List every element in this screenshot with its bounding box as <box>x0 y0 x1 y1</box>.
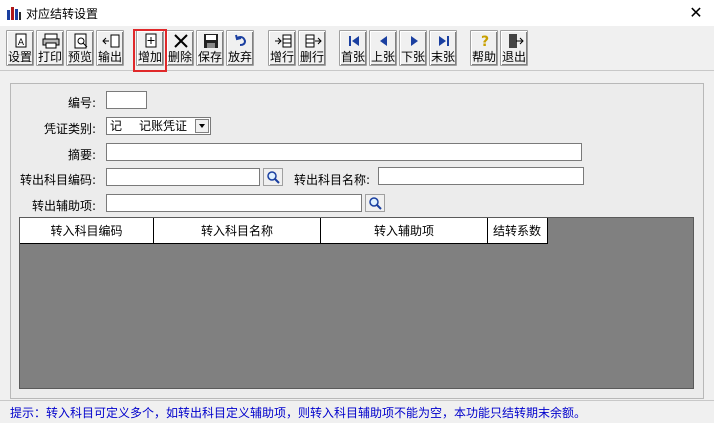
title-bar: 对应结转设置 ✕ <box>0 0 714 26</box>
last-record-button[interactable]: 末张 <box>429 30 457 66</box>
help-label: 帮助 <box>471 50 496 64</box>
out-account-code-label: 转出科目编码: <box>20 173 97 187</box>
summary-label: 摘要: <box>68 148 97 162</box>
insert-row-label: 增行 <box>269 50 294 64</box>
undo-icon <box>235 34 247 46</box>
out-aux-label: 转出辅助项: <box>32 199 97 213</box>
add-label: 增加 <box>137 50 162 64</box>
app-icon <box>7 7 21 20</box>
voucher-type-name: 记账凭证 <box>139 119 188 133</box>
insert-row-icon <box>275 34 292 48</box>
delete-icon <box>174 34 188 48</box>
next-record-button[interactable]: 下张 <box>399 30 427 66</box>
settings-label: 设置 <box>7 50 32 64</box>
discard-label: 放弃 <box>227 50 252 64</box>
next-record-label: 下张 <box>400 50 425 64</box>
out-aux-lookup-button[interactable] <box>365 194 385 212</box>
voucher-type-label: 凭证类别: <box>44 122 97 136</box>
column-header-in-account-code[interactable]: 转入科目编码 <box>20 218 154 244</box>
insert-row-button[interactable]: 增行 <box>268 30 296 66</box>
delete-row-icon <box>305 34 322 48</box>
delete-row-label: 删行 <box>299 50 324 64</box>
toolbar: A 设置 打印 预览 输出 增加 删除 保存 放弃 增行 删行 首张 上张 下张… <box>0 26 714 71</box>
dropdown-button[interactable] <box>195 119 209 133</box>
save-icon <box>204 34 218 48</box>
help-button[interactable]: ? 帮助 <box>470 30 498 66</box>
prev-record-label: 上张 <box>370 50 395 64</box>
first-record-label: 首张 <box>340 50 365 64</box>
hint-text: 提示：转入科目可定义多个，如转出科目定义辅助项，则转入科目辅助项不能为空，本功能… <box>10 406 587 420</box>
last-record-label: 末张 <box>430 50 455 64</box>
transfer-in-grid[interactable]: 转入科目编码 转入科目名称 转入辅助项 结转系数 <box>19 217 694 389</box>
close-button[interactable]: ✕ <box>686 3 706 23</box>
close-icon: ✕ <box>689 3 703 22</box>
settings-button[interactable]: A 设置 <box>6 30 34 66</box>
status-bar: 提示：转入科目可定义多个，如转出科目定义辅助项，则转入科目辅助项不能为空，本功能… <box>0 400 714 423</box>
delete-button[interactable]: 删除 <box>166 30 194 66</box>
voucher-type-code: 记 <box>110 119 123 133</box>
column-header-in-account-name[interactable]: 转入科目名称 <box>154 218 321 244</box>
preview-label: 预览 <box>67 50 92 64</box>
column-header-in-aux[interactable]: 转入辅助项 <box>321 218 488 244</box>
exit-label: 退出 <box>501 50 526 64</box>
out-account-name-label: 转出科目名称: <box>294 173 371 187</box>
prev-record-button[interactable]: 上张 <box>369 30 397 66</box>
discard-button[interactable]: 放弃 <box>226 30 254 66</box>
help-icon: ? <box>481 34 489 49</box>
exit-icon <box>509 34 524 48</box>
out-aux-field[interactable] <box>106 194 362 212</box>
search-icon <box>369 197 382 210</box>
add-button[interactable]: 增加 <box>136 30 164 66</box>
chevron-down-icon <box>199 124 205 128</box>
last-icon <box>439 36 449 46</box>
delete-label: 删除 <box>167 50 192 64</box>
prev-icon <box>380 36 387 46</box>
number-label: 编号: <box>68 96 97 110</box>
export-icon <box>102 34 120 48</box>
first-icon <box>349 36 359 46</box>
add-icon <box>145 33 157 48</box>
svg-text:?: ? <box>481 34 489 49</box>
document-icon: A <box>15 33 27 48</box>
voucher-type-select[interactable]: 记 记账凭证 <box>106 117 211 135</box>
preview-button[interactable]: 预览 <box>66 30 94 66</box>
print-button[interactable]: 打印 <box>36 30 64 66</box>
delete-row-button[interactable]: 删行 <box>298 30 326 66</box>
export-button[interactable]: 输出 <box>96 30 124 66</box>
summary-field[interactable] <box>106 143 582 161</box>
save-label: 保存 <box>197 50 222 64</box>
print-label: 打印 <box>37 50 62 64</box>
exit-button[interactable]: 退出 <box>500 30 528 66</box>
preview-icon <box>74 33 88 49</box>
out-account-code-field[interactable] <box>106 168 260 186</box>
out-account-code-lookup-button[interactable] <box>263 168 283 186</box>
svg-text:A: A <box>18 38 25 48</box>
search-icon <box>267 171 280 184</box>
number-field[interactable] <box>106 91 147 109</box>
first-record-button[interactable]: 首张 <box>339 30 367 66</box>
save-button[interactable]: 保存 <box>196 30 224 66</box>
printer-icon <box>42 33 60 49</box>
column-header-coefficient[interactable]: 结转系数 <box>488 218 548 244</box>
window-title: 对应结转设置 <box>26 7 99 21</box>
out-account-name-field[interactable] <box>378 167 584 185</box>
export-label: 输出 <box>97 50 122 64</box>
next-icon <box>411 36 418 46</box>
